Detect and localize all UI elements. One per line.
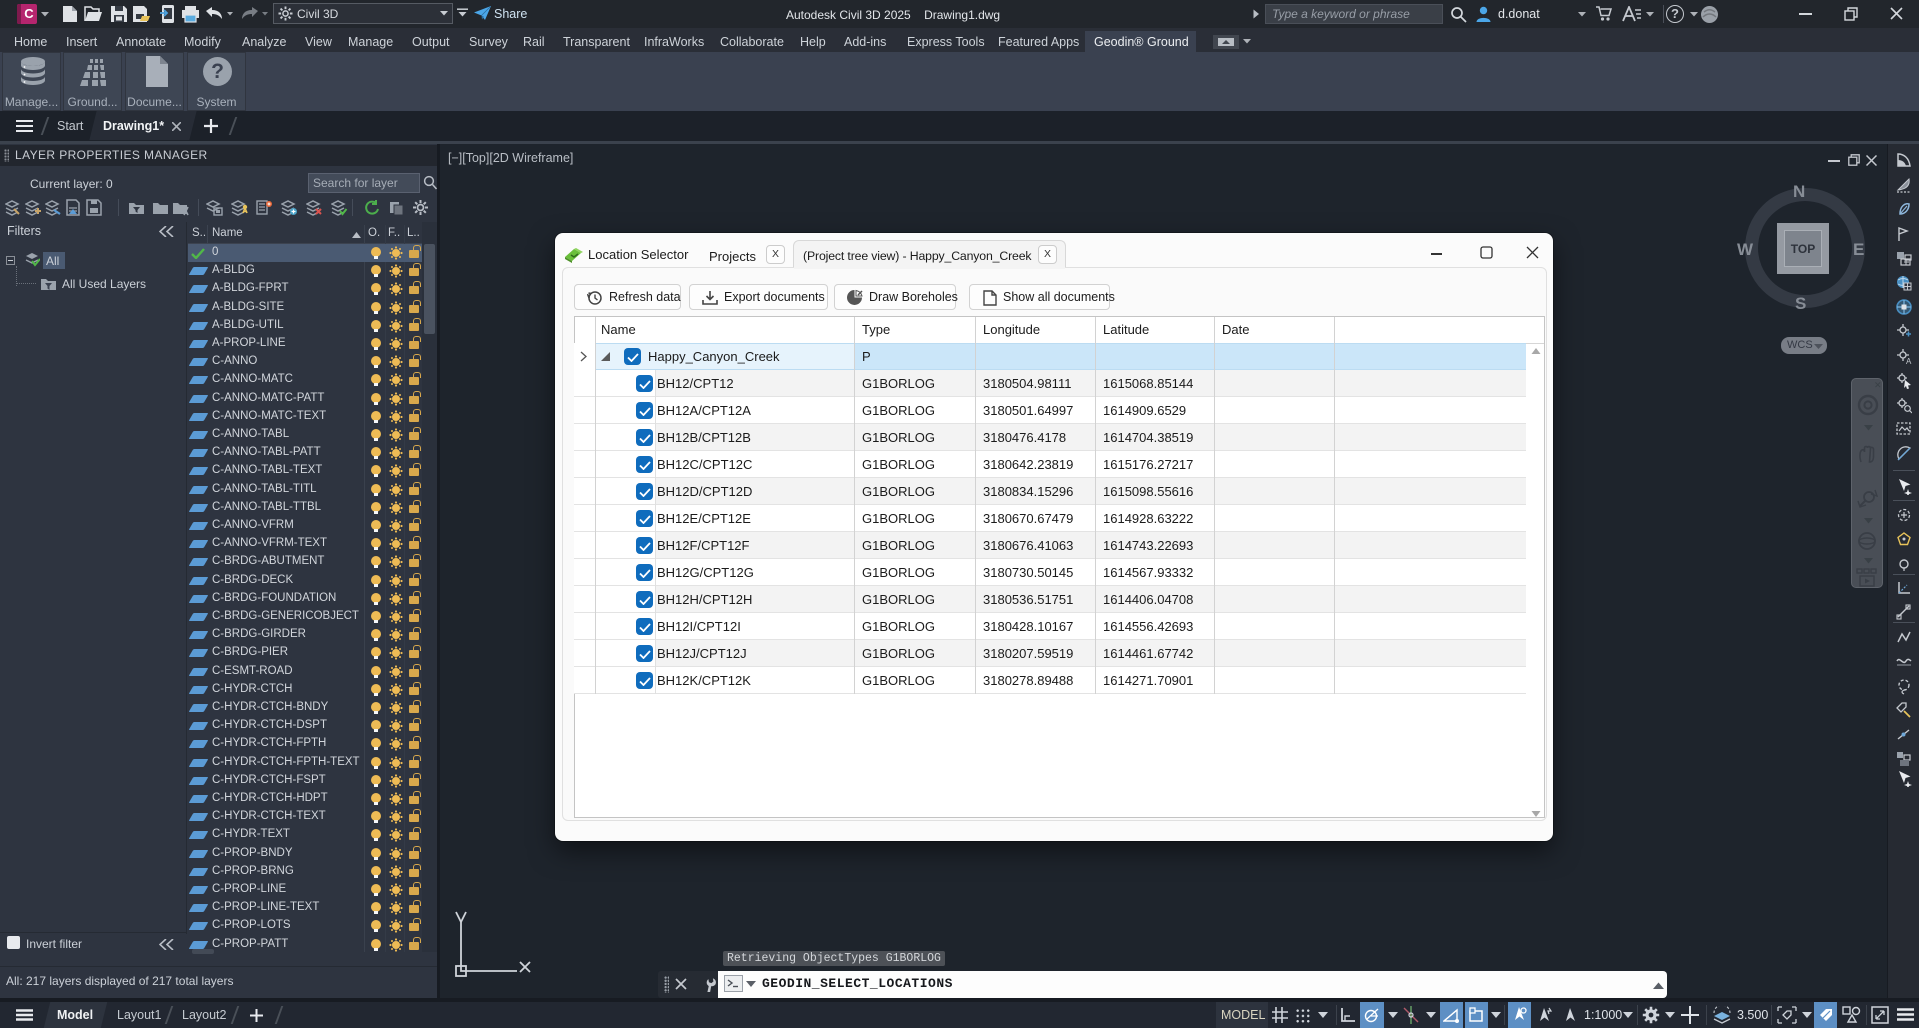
svg-text:?: ? xyxy=(211,60,224,83)
svg-text:A: A xyxy=(1906,357,1912,365)
